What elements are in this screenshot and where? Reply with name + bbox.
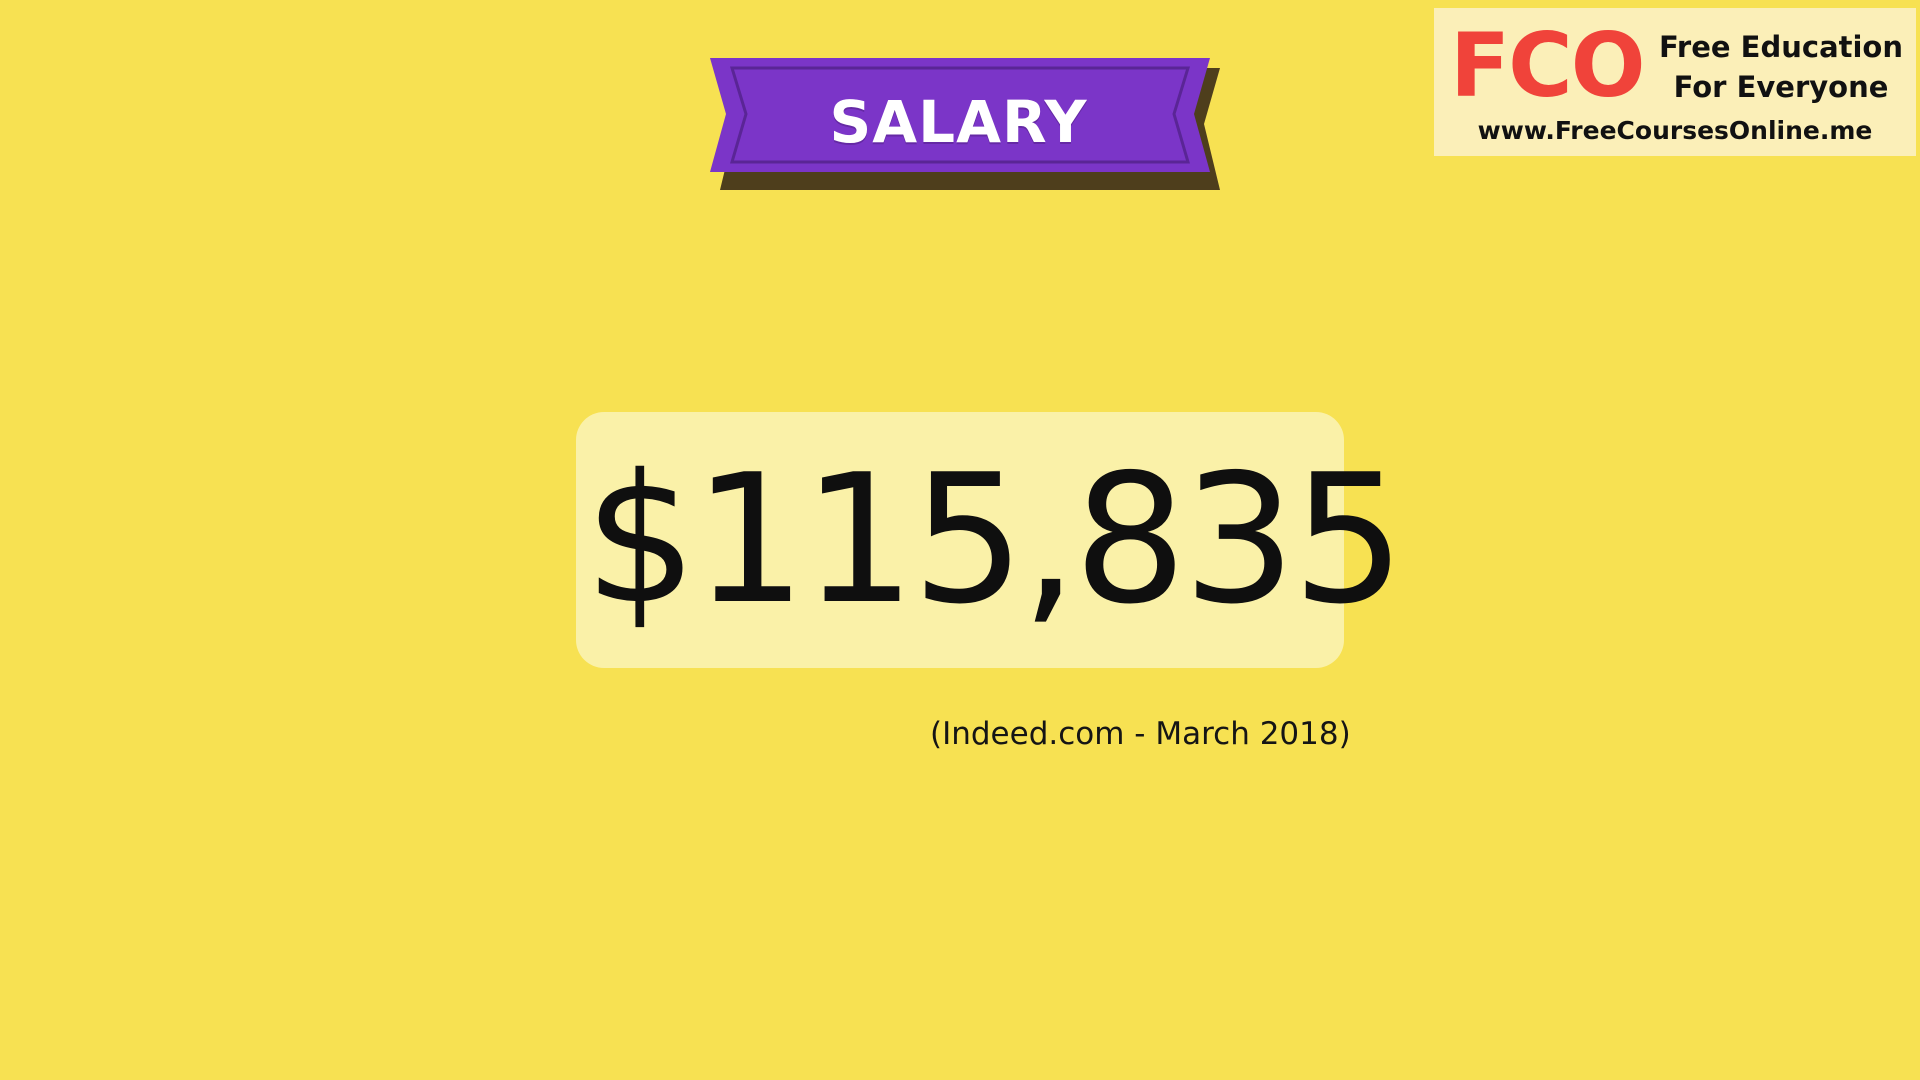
salary-value-box: $115,835 — [576, 412, 1405, 668]
title-ribbon: SALARY — [706, 54, 1226, 194]
title-text: SALARY — [829, 88, 1088, 156]
logo-mark: FCO — [1450, 14, 1646, 117]
logo-tagline-line1: Free Education — [1658, 30, 1904, 64]
logo-url: www.FreeCoursesOnline.me — [1477, 116, 1873, 145]
salary-value: $115,835 — [584, 436, 1405, 643]
fco-logo: FCO Free Education For Everyone www.Free… — [1434, 8, 1916, 156]
logo-tagline-line2: For Everyone — [1673, 70, 1889, 104]
salary-source: (Indeed.com - March 2018) — [930, 716, 1351, 752]
slide-background: SALARY FCO Free Education For Everyone w… — [0, 0, 1920, 1080]
